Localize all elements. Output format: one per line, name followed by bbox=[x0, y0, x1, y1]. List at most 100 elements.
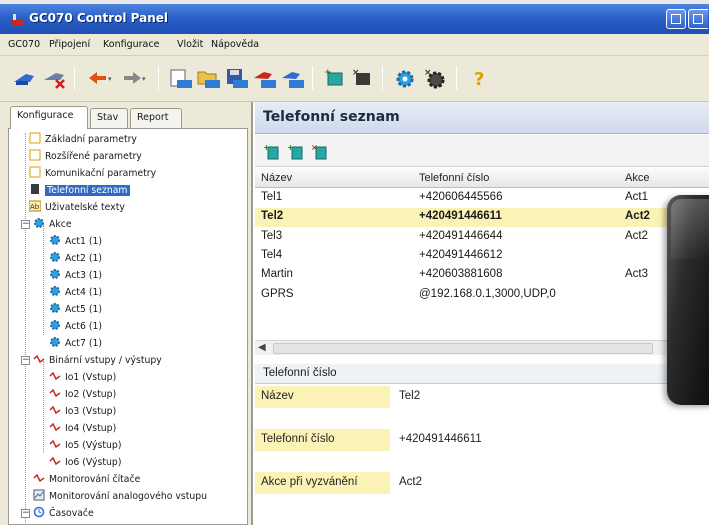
tree-item-zakladni-parametry[interactable]: Základní parametry bbox=[29, 132, 137, 146]
column-header-nazev[interactable]: Název bbox=[261, 172, 292, 184]
tree-item-label: Komunikační parametry bbox=[45, 168, 157, 179]
table-row-selected[interactable]: Tel2 +420491446611 Act2 bbox=[255, 208, 709, 227]
tree-item-act6[interactable]: Act6 (1) bbox=[49, 319, 102, 333]
tree-item-monitorovani-citace[interactable]: Monitorování čítače bbox=[33, 472, 140, 486]
column-header-telefonni-cislo[interactable]: Telefonní číslo bbox=[419, 172, 489, 184]
tree-item-io4[interactable]: Io4 (Vstup) bbox=[49, 421, 116, 435]
io-icon bbox=[49, 371, 61, 381]
settings-button[interactable] bbox=[392, 66, 418, 90]
cell-name: Martin bbox=[261, 268, 293, 280]
collapse-casovace[interactable]: − bbox=[21, 509, 30, 518]
cfg-open-icon bbox=[170, 69, 192, 88]
back-arrow-icon: ▾ bbox=[89, 72, 112, 84]
tree-item-act7[interactable]: Act7 (1) bbox=[49, 336, 102, 350]
cell-number: +420491446612 bbox=[419, 249, 503, 261]
timer-icon bbox=[33, 506, 45, 518]
io-icon bbox=[49, 456, 61, 466]
field-value-telefonni-cislo[interactable]: +420491446611 bbox=[399, 433, 482, 445]
tree-item-label: Základní parametry bbox=[45, 134, 137, 145]
connect-button[interactable] bbox=[12, 66, 38, 90]
menu-napoveda[interactable]: Nápověda bbox=[211, 39, 259, 50]
tab-stav[interactable]: Stav bbox=[90, 108, 128, 128]
collapse-binarni-vstupy[interactable]: − bbox=[21, 356, 30, 365]
horizontal-scrollbar[interactable]: ◀ bbox=[255, 340, 709, 355]
insert-contact-icon[interactable]: + bbox=[287, 142, 305, 160]
tree-item-io6[interactable]: Io6 (Výstup) bbox=[49, 455, 121, 469]
menu-bar: GC070 Připojení Konfigurace Vložit Nápov… bbox=[0, 34, 709, 56]
tree-item-io3[interactable]: Io3 (Vstup) bbox=[49, 404, 116, 418]
table-row[interactable]: Tel1 +420606445566 Act1 bbox=[255, 189, 709, 208]
toolbar-separator bbox=[74, 66, 75, 90]
cfg-read-button[interactable] bbox=[252, 66, 278, 90]
field-value-akce-pri-vyzvaneni[interactable]: Act2 bbox=[399, 476, 422, 488]
cfg-folder-button[interactable] bbox=[196, 66, 222, 90]
field-value-nazev[interactable]: Tel2 bbox=[399, 390, 420, 402]
cell-name: Tel1 bbox=[261, 191, 283, 203]
remove-module-button[interactable]: × bbox=[350, 66, 376, 90]
table-row[interactable]: Martin +420603881608 Act3 bbox=[255, 266, 709, 285]
tree-item-telefonni-seznam[interactable]: Telefonní seznam bbox=[29, 183, 130, 197]
tab-report[interactable]: Report bbox=[130, 108, 182, 128]
help-button[interactable]: ? bbox=[468, 66, 494, 90]
tree-item-label: Časovače bbox=[49, 508, 94, 519]
tree-item-act2[interactable]: Act2 (1) bbox=[49, 251, 102, 265]
cfg-open-button[interactable] bbox=[168, 66, 194, 90]
tree-item-rozsirene-parametry[interactable]: Rozšířené parametry bbox=[29, 149, 142, 163]
phonebook-toolbar: + + × bbox=[255, 135, 709, 167]
collapse-akce[interactable]: − bbox=[21, 220, 30, 229]
tree-item-monitorovani-analogoveho-vstupu[interactable]: Monitorování analogového vstupu bbox=[33, 489, 207, 503]
tree-item-io5[interactable]: Io5 (Výstup) bbox=[49, 438, 121, 452]
add-contact-icon[interactable]: + bbox=[263, 142, 281, 160]
minimize-button[interactable] bbox=[666, 9, 686, 29]
tree-item-casovace[interactable]: Časovače bbox=[33, 506, 94, 520]
tree-item-act3[interactable]: Act3 (1) bbox=[49, 268, 102, 282]
field-label-nazev: Název bbox=[255, 386, 390, 408]
delete-contact-icon[interactable]: × bbox=[311, 142, 329, 160]
io-icon bbox=[33, 354, 45, 364]
svg-text:+: + bbox=[324, 68, 332, 78]
tree-guide-line bbox=[43, 361, 44, 453]
text-icon: Ab bbox=[29, 200, 41, 212]
tree-item-act4[interactable]: Act4 (1) bbox=[49, 285, 102, 299]
table-row[interactable]: Tel3 +420491446644 Act2 bbox=[255, 228, 709, 247]
tree-item-io1[interactable]: Io1 (Vstup) bbox=[49, 370, 116, 384]
config-tree: Základní parametry Rozšířené parametry K… bbox=[8, 128, 248, 525]
add-module-button[interactable]: + bbox=[322, 66, 348, 90]
gsm-device-photo bbox=[667, 195, 709, 405]
menu-pripojeni[interactable]: Připojení bbox=[49, 39, 90, 50]
tree-item-binarni-vstupy[interactable]: Binární vstupy / výstupy bbox=[33, 353, 162, 367]
cfg-save-button[interactable] bbox=[224, 66, 250, 90]
gear-icon bbox=[50, 303, 60, 313]
menu-vlozit[interactable]: Vložit bbox=[177, 39, 203, 50]
maximize-button[interactable] bbox=[688, 9, 708, 29]
tab-label: Report bbox=[137, 112, 169, 123]
menu-konfigurace[interactable]: Konfigurace bbox=[103, 39, 159, 50]
phone-book-icon bbox=[31, 184, 39, 194]
remove-settings-button[interactable]: × bbox=[422, 66, 448, 90]
tree-item-uzivatelske-texty[interactable]: Ab Uživatelské texty bbox=[29, 200, 125, 214]
cell-number: +420603881608 bbox=[419, 268, 503, 280]
tree-item-label: Uživatelské texty bbox=[45, 202, 125, 213]
tree-item-komunikacni-parametry[interactable]: Komunikační parametry bbox=[29, 166, 156, 180]
tree-item-act1[interactable]: Act1 (1) bbox=[49, 234, 102, 248]
column-header-akce[interactable]: Akce bbox=[625, 172, 649, 184]
tree-item-act5[interactable]: Act5 (1) bbox=[49, 302, 102, 316]
table-row[interactable]: Tel4 +420491446612 bbox=[255, 247, 709, 266]
tree-item-label: Io2 (Vstup) bbox=[65, 389, 117, 400]
tree-item-io2[interactable]: Io2 (Vstup) bbox=[49, 387, 116, 401]
forward-button[interactable]: ▾ bbox=[120, 66, 146, 90]
app-icon bbox=[11, 14, 23, 26]
scrollbar-thumb[interactable] bbox=[273, 343, 653, 354]
toolbar-separator bbox=[456, 66, 457, 90]
menu-gc070[interactable]: GC070 bbox=[8, 39, 40, 50]
tab-label: Konfigurace bbox=[17, 110, 74, 121]
tree-item-label: Act5 (1) bbox=[65, 304, 102, 315]
tree-item-akce[interactable]: Akce bbox=[33, 217, 72, 231]
cfg-write-button[interactable] bbox=[280, 66, 306, 90]
back-button[interactable]: ▾ bbox=[86, 66, 112, 90]
scroll-left-icon[interactable]: ◀ bbox=[258, 342, 266, 353]
disconnect-button[interactable] bbox=[42, 66, 68, 90]
table-row[interactable]: GPRS @192.168.0.1,3000,UDP,0 bbox=[255, 286, 709, 305]
tab-konfigurace[interactable]: Konfigurace bbox=[10, 106, 88, 129]
cell-action: Act2 bbox=[625, 230, 649, 242]
